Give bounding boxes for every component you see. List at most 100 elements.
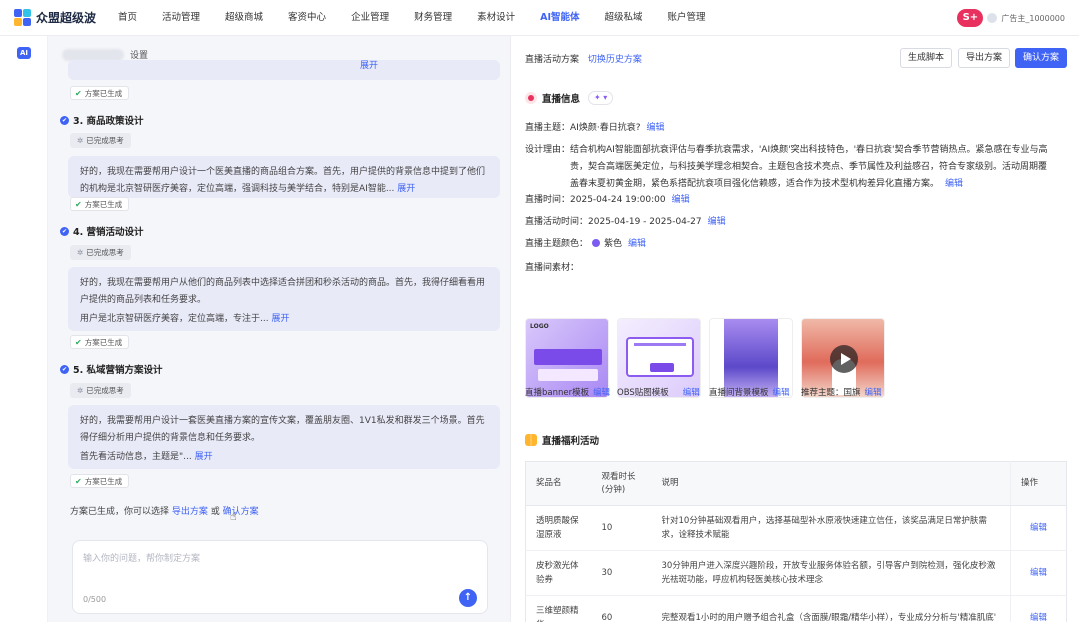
gift-icon: [525, 434, 537, 446]
char-count: 0/500: [83, 595, 107, 604]
thinking-tag-label: 已完成思考: [86, 136, 124, 145]
avatar[interactable]: [987, 13, 998, 23]
play-icon[interactable]: [830, 345, 858, 373]
chat-panel: 设置 展开 ✔ 方案已生成 ✔ 3. 商品政策设计 ✲ 已完成思考 好的，我现在…: [48, 36, 510, 622]
section-title-label: 直播信息: [542, 94, 581, 105]
color-value: 紫色: [604, 239, 623, 249]
brand[interactable]: 众盟超级波: [14, 8, 114, 27]
edit-link[interactable]: 编辑: [1030, 568, 1047, 578]
expand-link[interactable]: 展开: [271, 314, 289, 324]
nav-item-ai-agent[interactable]: AI智能体: [540, 0, 579, 36]
edit-link[interactable]: 编辑: [683, 388, 700, 398]
prize-desc: 针对10分钟基础观看用户，选择基础型补水原液快速建立信任，该奖品满足日常护肤需求…: [651, 505, 1011, 551]
generate-script-button[interactable]: 生成脚本: [900, 48, 952, 68]
step-3-title: ✔ 3. 商品政策设计: [60, 113, 144, 127]
time-label: 直播时间：: [525, 195, 571, 205]
chat-bubble-step-4: 好的，我现在需要帮用户从他们的商品列表中选择适合拼团和秒杀活动的商品。首先，我得…: [68, 267, 500, 331]
period-value: 2025-04-19 - 2025-04-27: [588, 217, 702, 227]
col-desc: 说明: [651, 461, 1011, 506]
confirm-plan-button[interactable]: 确认方案: [1015, 48, 1067, 68]
expand-link[interactable]: 展开: [360, 61, 378, 71]
switch-history-link[interactable]: 切换历史方案: [588, 55, 642, 65]
nav-item-finance[interactable]: 财务管理: [414, 0, 452, 36]
bubble-text: 首先看活动信息，主题是"...: [80, 452, 192, 462]
caption-text: 推荐主题：国旗: [801, 388, 861, 398]
edit-link[interactable]: 编辑: [865, 388, 882, 398]
user-area[interactable]: S+ 广告主_1000000: [957, 9, 1065, 27]
blurred-name: [62, 48, 124, 61]
nav-item-activity[interactable]: 活动管理: [162, 0, 200, 36]
nav-item-mall[interactable]: 超级商城: [225, 0, 263, 36]
prize-op: 编辑: [1010, 550, 1067, 596]
message-composer[interactable]: 输入你的问题，帮你制定方案 0/500 ↑: [72, 540, 488, 614]
caption-text: 直播间背景模板: [709, 388, 769, 398]
edit-link[interactable]: 编辑: [708, 217, 726, 227]
edit-link[interactable]: 编辑: [1030, 523, 1047, 533]
brand-name: 众盟超级波: [36, 11, 97, 25]
nav-item-customers[interactable]: 客资中心: [288, 0, 326, 36]
brand-logo-icon: [14, 8, 32, 27]
thinking-tag-label: 已完成思考: [86, 386, 124, 395]
generated-tag-label: 方案已生成: [84, 88, 123, 98]
nav-item-private-domain[interactable]: 超级私域: [605, 0, 643, 36]
section-title-label: 直播福利活动: [542, 436, 600, 447]
edit-link[interactable]: 编辑: [646, 123, 664, 133]
export-plan-button[interactable]: 导出方案: [958, 48, 1010, 68]
generated-tag: ✔ 方案已生成: [70, 335, 130, 349]
step-4-title: ✔ 4. 营销活动设计: [60, 224, 144, 238]
color-label: 直播主题颜色：: [525, 239, 589, 249]
chat-bubble-step-3: 好的，我现在需要帮用户设计一个医美直播的商品组合方案。首先，用户提供的背景信息中…: [68, 156, 500, 198]
plan-header: 直播活动方案 切换历史方案: [525, 52, 642, 65]
edit-link[interactable]: 编辑: [593, 388, 610, 398]
thinking-tag[interactable]: ✲ 已完成思考: [70, 133, 131, 148]
thinking-tag-label: 已完成思考: [86, 248, 124, 257]
send-button[interactable]: ↑: [459, 589, 477, 607]
sparkle-icon: ✲: [77, 386, 84, 395]
materials-row: 直播间素材：: [525, 260, 579, 277]
hand-cursor-icon: ☝: [230, 510, 237, 523]
plan-detail-panel: 直播活动方案 切换历史方案 生成脚本 导出方案 确认方案 直播信息 ✦ ▾ 直播…: [510, 36, 1079, 622]
thinking-tag[interactable]: ✲ 已完成思考: [70, 383, 131, 398]
prize-op: 编辑: [1010, 505, 1067, 551]
time-row: 直播时间：2025-04-24 19:00:00 编辑: [525, 192, 690, 209]
confirm-plan-link[interactable]: 确认方案: [223, 507, 259, 517]
bubble-text: 好的，我现在需要帮用户设计一个医美直播的商品组合方案。首先，用户提供的背景信息中…: [80, 167, 486, 194]
table-row: 透明质酸保湿原液 10 针对10分钟基础观看用户，选择基础型补水原液快速建立信任…: [525, 505, 1067, 551]
theme-value: AI焕颜·春日抗衰?: [570, 123, 641, 133]
prize-name: 皮秒激光体验券: [525, 550, 592, 596]
generated-tag-label: 方案已生成: [84, 199, 123, 209]
reason-value: 结合机构AI智能面部抗衰评估与春季抗衰需求，'AI焕颜'突出科技特色，'春日抗衰…: [570, 145, 1048, 189]
chat-bubble-prev: 展开: [68, 60, 500, 80]
prize-minutes: 10: [591, 505, 652, 551]
bubble-text: 好的，我需要帮用户设计一套医美直播方案的宣传文案，覆盖朋友圈、1V1私发和群发三…: [80, 416, 485, 443]
message-input[interactable]: 输入你的问题，帮你制定方案: [83, 551, 200, 564]
check-icon: ✔: [60, 115, 69, 125]
thinking-tag[interactable]: ✲ 已完成思考: [70, 245, 131, 260]
nav-item-home[interactable]: 首页: [118, 0, 137, 36]
nav-item-design[interactable]: 素材设计: [477, 0, 515, 36]
edit-link[interactable]: 编辑: [628, 239, 646, 249]
caption-text: OBS贴图模板: [617, 388, 669, 398]
export-plan-link[interactable]: 导出方案: [172, 507, 208, 517]
theme-label: 直播主题：: [525, 123, 571, 133]
check-icon: ✔: [60, 226, 69, 236]
edit-link[interactable]: 编辑: [773, 388, 790, 398]
color-row: 直播主题颜色： 紫色 编辑: [525, 236, 646, 253]
nav-item-account[interactable]: 账户管理: [668, 0, 706, 36]
edit-link[interactable]: 编辑: [1030, 613, 1047, 622]
edit-link[interactable]: 编辑: [945, 179, 963, 189]
splus-badge[interactable]: S+: [957, 9, 984, 27]
period-label: 直播活动时间：: [525, 217, 589, 227]
edit-link[interactable]: 编辑: [672, 195, 690, 205]
expand-link[interactable]: 展开: [397, 184, 415, 194]
ai-assist-dropdown[interactable]: ✦ ▾: [588, 91, 614, 105]
ai-agent-icon[interactable]: AI: [17, 47, 31, 59]
nav-item-enterprise[interactable]: 企业管理: [351, 0, 389, 36]
welfare-section-title: 直播福利活动: [525, 433, 599, 447]
table-header-row: 奖品名 观看时长 (分钟) 说明 操作: [525, 461, 1067, 506]
expand-link[interactable]: 展开: [195, 452, 213, 462]
user-name[interactable]: 广告主_1000000: [1001, 13, 1065, 24]
completion-or: 或: [210, 507, 220, 517]
prize-op: 编辑: [1010, 595, 1067, 622]
prize-minutes: 60: [591, 595, 652, 622]
